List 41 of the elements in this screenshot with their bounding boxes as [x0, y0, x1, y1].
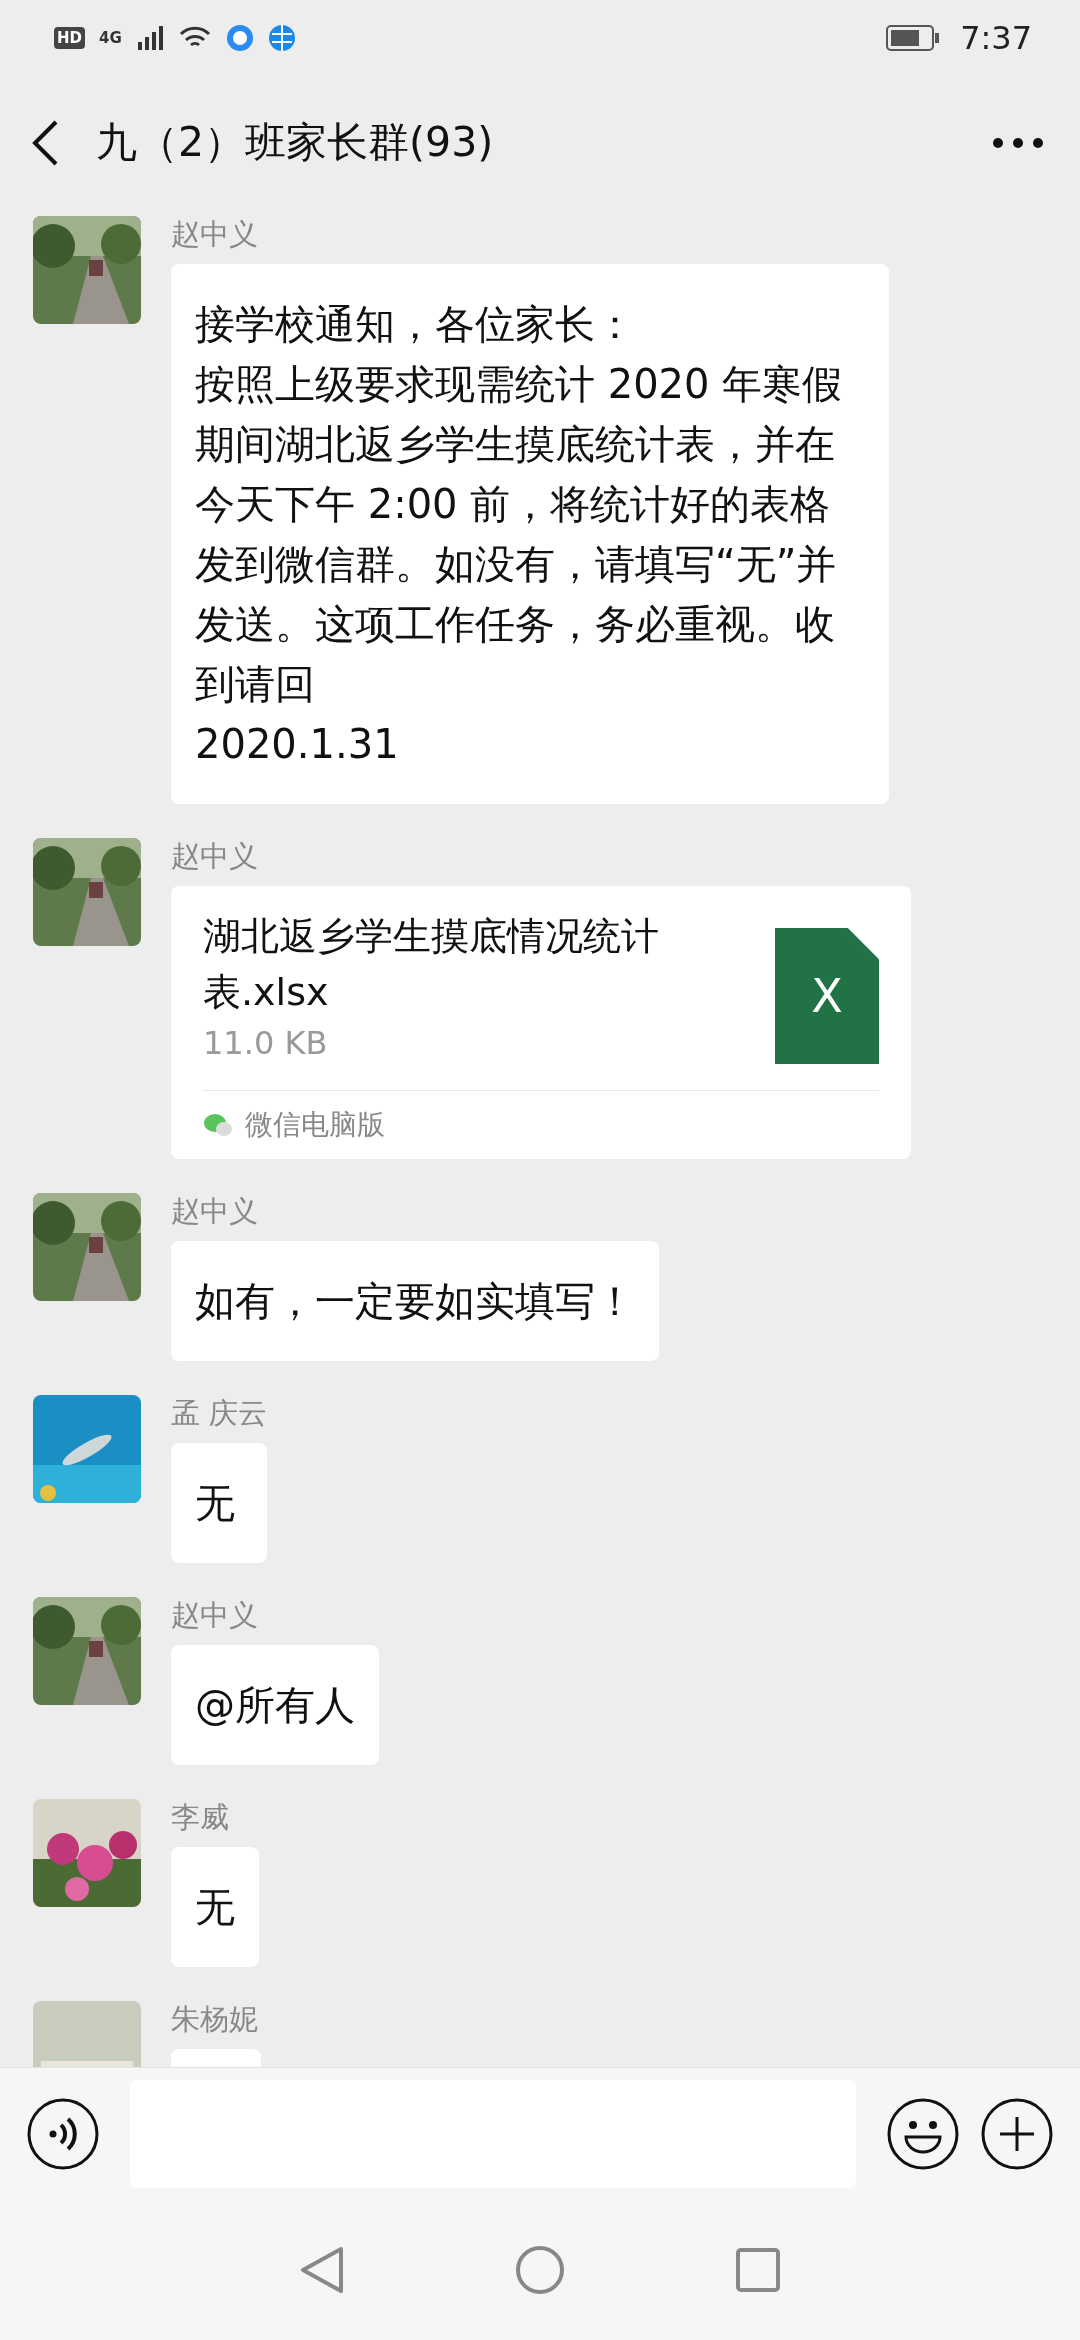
file-name: 湖北返乡学生摸底情况统计表.xlsx — [203, 913, 660, 1016]
file-size: 11.0 KB — [203, 1024, 329, 1062]
message-bubble[interactable]: 如有，一定要如实填写！ — [171, 1241, 659, 1361]
signal-icon — [135, 23, 164, 52]
source-label: 微信电脑版 — [245, 1107, 385, 1143]
hd-indicator: HD — [54, 26, 85, 49]
sender-name: 赵中义 — [171, 1193, 259, 1229]
message-text: 按照上级要求现需统计 2020 年寒假期间湖北返乡学生摸底统计表，并在今天下午 2:00 前，将统计好的表格发到微信群。如没有，请填写“无”并发送。这项工作任务，务必重视。收到请回 — [195, 360, 844, 709]
sender-name: 赵中义 — [171, 216, 259, 252]
app-icon — [225, 23, 254, 52]
spreadsheet-icon: X — [775, 928, 879, 1064]
sender-name: 孟 庆云 — [171, 1395, 268, 1431]
sender-name: 赵中义 — [171, 1597, 259, 1633]
message-text: 无 — [195, 1883, 235, 1932]
battery-icon — [886, 23, 941, 52]
home-nav-icon[interactable] — [515, 2245, 565, 2295]
chat-title: 九（2）班家长群(93) — [96, 117, 495, 168]
chat-bubbles-icon — [203, 1112, 233, 1138]
back-nav-icon[interactable] — [299, 2245, 345, 2295]
sender-name: 赵中义 — [171, 838, 259, 874]
globe-icon — [267, 23, 296, 52]
message-text: 无 — [195, 1479, 236, 1528]
message-bubble[interactable]: 无 — [171, 1443, 268, 1563]
message-text: 如有，一定要如实填写！ — [195, 1277, 635, 1326]
clock-time: 7:37 — [960, 18, 1032, 57]
voice-icon[interactable] — [26, 2097, 100, 2171]
message-bubble[interactable]: @所有人 — [171, 1645, 379, 1765]
message-text: 2020.1.31 — [195, 720, 400, 769]
file-card[interactable]: 湖北返乡学生摸底情况统计表.xlsx 11.0 KB X 微信电脑版 — [171, 886, 911, 1159]
recents-nav-icon[interactable] — [735, 2247, 781, 2293]
message-text: 接学校通知，各位家长： — [195, 300, 636, 349]
message-bubble[interactable]: 无 — [171, 1847, 259, 1967]
back-icon[interactable] — [30, 118, 60, 167]
sender-name: 李威 — [171, 1799, 230, 1835]
sender-name: 朱杨妮 — [171, 2001, 259, 2037]
network-type: 4G — [99, 28, 122, 47]
message-text: @所有人 — [195, 1681, 355, 1730]
emoji-icon[interactable] — [886, 2097, 960, 2171]
add-icon[interactable] — [980, 2097, 1054, 2171]
more-icon[interactable] — [992, 136, 1044, 149]
message-bubble[interactable]: 接学校通知，各位家长： 按照上级要求现需统计 2020 年寒假期间湖北返乡学生摸底统计表，并在今天下午 2:00 前，将统计好的表格发到微信群。如没有，请填写“无”并发送。这项工作任务，务必重视。收到请回 2020.1.31 — [171, 264, 889, 804]
